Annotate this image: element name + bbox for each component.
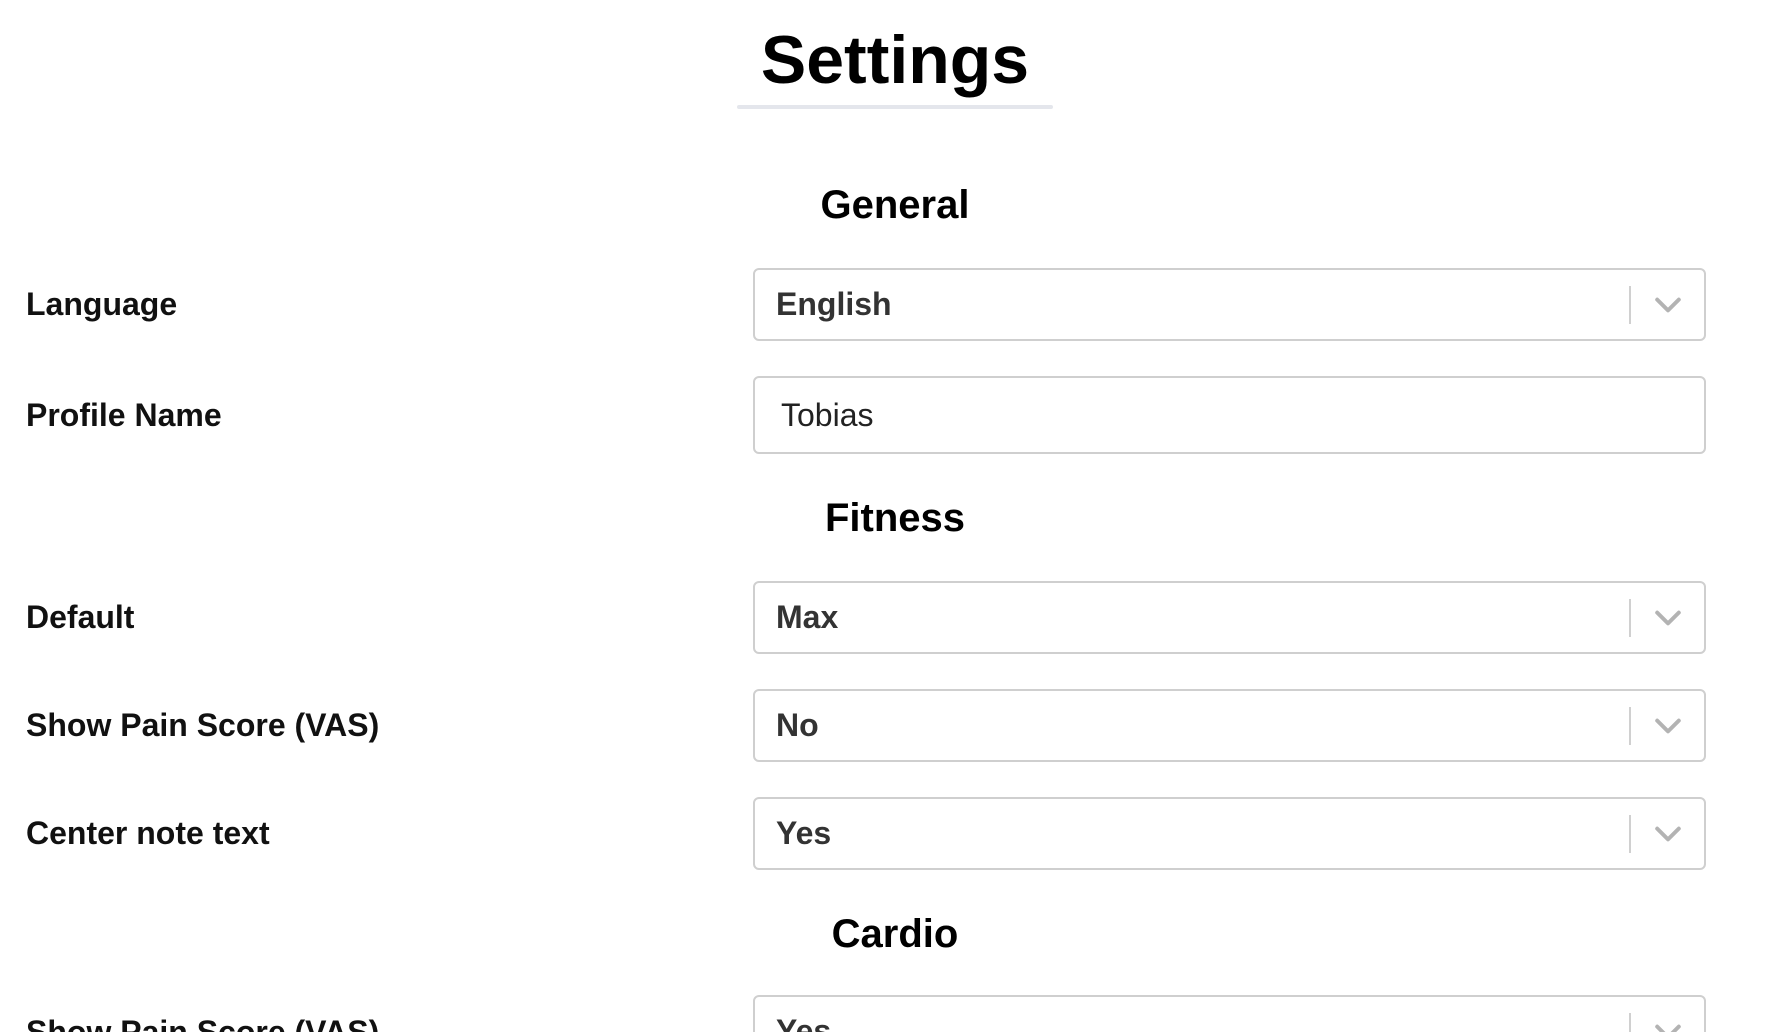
title-underline [737,105,1053,109]
select-separator [1629,707,1631,745]
chevron-down-icon[interactable] [1650,600,1686,636]
page-title: Settings [760,22,1030,98]
fitness-default-select-value: Max [776,599,839,635]
chevron-down-icon[interactable] [1650,816,1686,852]
fitness-show-pain-score-select-value: No [776,707,819,743]
language-label: Language [26,286,178,322]
section-heading-fitness: Fitness [824,496,966,540]
select-separator [1629,599,1631,637]
settings-page: Settings General Language English Profil… [0,0,1790,1032]
cardio-show-pain-score-select[interactable]: Yes [753,995,1706,1032]
center-note-text-select-value: Yes [776,815,832,851]
cardio-show-pain-score-select-value: Yes [776,1013,832,1032]
center-note-text-label: Center note text [26,815,270,851]
fitness-show-pain-score-label: Show Pain Score (VAS) [26,707,380,743]
chevron-down-icon[interactable] [1650,1014,1686,1032]
profile-name-label: Profile Name [26,397,222,433]
fitness-default-select[interactable]: Max [753,581,1706,654]
cardio-show-pain-score-label: Show Pain Score (VAS) [26,1014,380,1032]
chevron-down-icon[interactable] [1650,287,1686,323]
section-heading-cardio: Cardio [831,912,959,956]
language-select[interactable]: English [753,268,1706,341]
fitness-default-label: Default [26,599,135,635]
fitness-show-pain-score-select[interactable]: No [753,689,1706,762]
language-select-value: English [776,286,892,322]
section-heading-general: General [820,183,970,227]
select-separator [1629,286,1631,324]
chevron-down-icon[interactable] [1650,708,1686,744]
profile-name-input[interactable] [753,376,1706,454]
select-separator [1629,1013,1631,1032]
select-separator [1629,815,1631,853]
center-note-text-select[interactable]: Yes [753,797,1706,870]
